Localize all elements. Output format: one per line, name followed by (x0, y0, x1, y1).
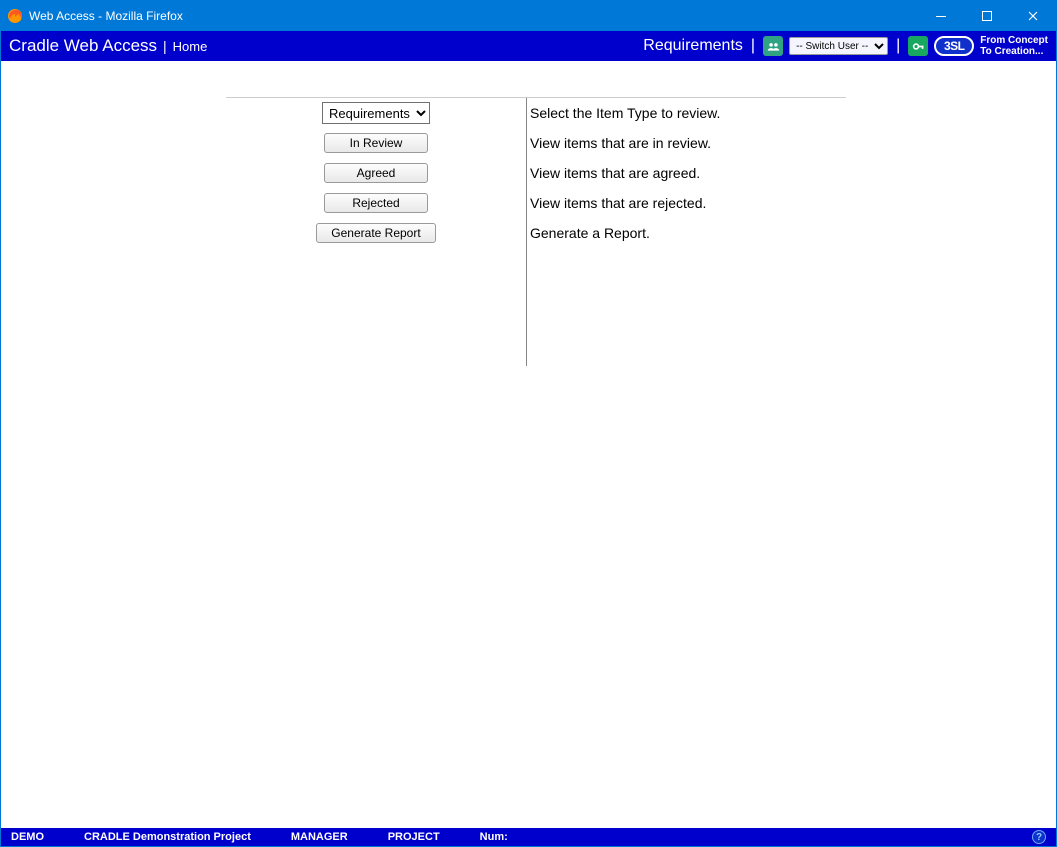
separator: | (163, 38, 167, 54)
status-project: PROJECT (388, 831, 440, 843)
maximize-button[interactable] (964, 1, 1010, 31)
section-label: Requirements (643, 37, 743, 55)
firefox-icon (7, 8, 23, 24)
app-header: Cradle Web Access | Home Requirements | … (1, 31, 1056, 61)
desc-text: Generate a Report. (526, 225, 650, 241)
status-project-name: CRADLE Demonstration Project (84, 831, 251, 843)
item-type-select[interactable]: Requirements (322, 102, 430, 124)
desc-text: Select the Item Type to review. (526, 105, 720, 121)
desc-text: View items that are in review. (526, 135, 711, 151)
status-bar: DEMO CRADLE Demonstration Project MANAGE… (1, 828, 1056, 846)
window-titlebar: Web Access - Mozilla Firefox (1, 1, 1056, 31)
main-content: Requirements Select the Item Type to rev… (1, 61, 1056, 828)
minimize-button[interactable] (918, 1, 964, 31)
switch-user-select[interactable]: -- Switch User -- (789, 37, 888, 55)
vertical-divider (526, 98, 527, 366)
separator: | (894, 37, 902, 55)
generate-report-button[interactable]: Generate Report (316, 223, 436, 243)
status-demo: DEMO (11, 831, 44, 843)
logo-3sl: 3SL (934, 36, 974, 56)
in-review-button[interactable]: In Review (324, 133, 428, 153)
key-icon[interactable] (908, 36, 928, 56)
desc-text: View items that are rejected. (526, 195, 706, 211)
agreed-button[interactable]: Agreed (324, 163, 428, 183)
desc-text: View items that are agreed. (526, 165, 700, 181)
status-manager: MANAGER (291, 831, 348, 843)
window-title: Web Access - Mozilla Firefox (29, 9, 183, 23)
separator: | (749, 37, 757, 55)
status-num: Num: (480, 831, 508, 843)
rejected-button[interactable]: Rejected (324, 193, 428, 213)
home-link[interactable]: Home (173, 39, 208, 54)
app-title: Cradle Web Access (9, 36, 157, 56)
tagline: From Concept To Creation... (980, 35, 1048, 57)
close-button[interactable] (1010, 1, 1056, 31)
help-icon[interactable]: ? (1032, 830, 1046, 844)
users-icon[interactable] (763, 36, 783, 56)
